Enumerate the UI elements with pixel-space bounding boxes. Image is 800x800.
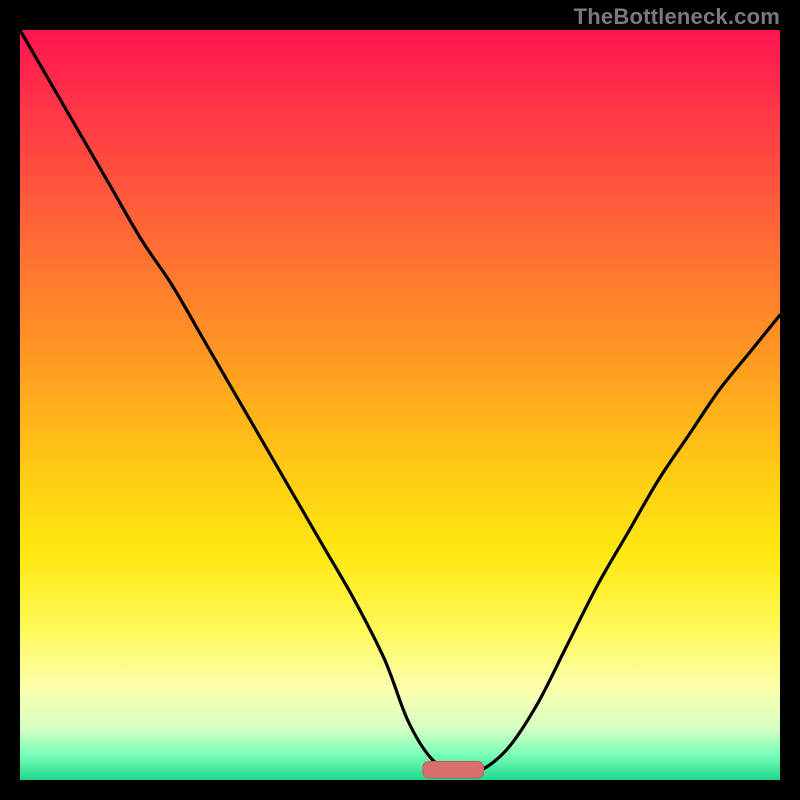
chart-frame: TheBottleneck.com [0,0,800,800]
plot-area [20,30,780,780]
bottleneck-chart [20,30,780,780]
watermark-text: TheBottleneck.com [574,4,780,30]
gradient-background [20,30,780,780]
optimal-marker [423,762,484,779]
